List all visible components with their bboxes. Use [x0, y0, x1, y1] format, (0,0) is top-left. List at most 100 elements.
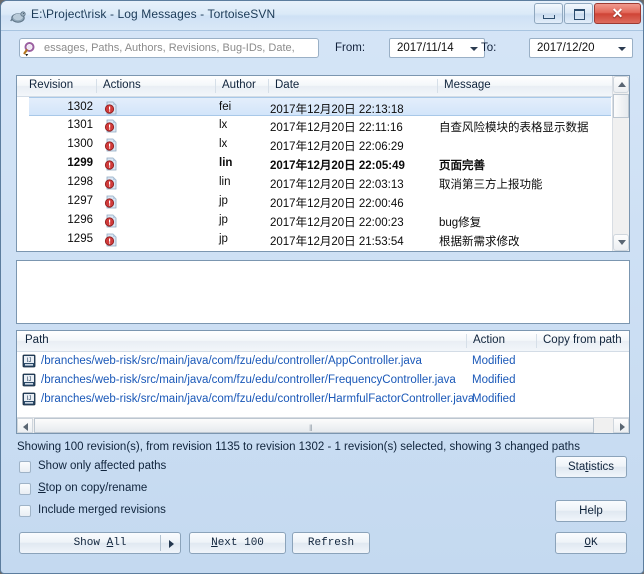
log-row[interactable]: 1294jp2017年12月20日 21:51:10风险自查js页面调整	[29, 249, 611, 251]
paths-list-header: Path Action Copy from path	[17, 331, 629, 352]
column-divider[interactable]	[96, 79, 97, 93]
cell-revision: 1295	[67, 233, 93, 245]
column-header-message[interactable]: Message	[444, 79, 491, 91]
column-header-copy-from-path[interactable]: Copy from path	[543, 334, 622, 346]
cell-author: jp	[219, 214, 228, 226]
column-header-revision[interactable]: Revision	[29, 79, 73, 91]
log-row[interactable]: 1296 jp 2017年12月20日 22:00:23 bug修复	[29, 211, 611, 230]
column-divider[interactable]	[437, 79, 438, 93]
column-divider[interactable]	[215, 79, 216, 93]
close-button[interactable]: ✕	[594, 3, 641, 24]
java-file-icon: IJ	[22, 392, 36, 406]
cell-revision: 1296	[67, 214, 93, 226]
column-header-date[interactable]: Date	[275, 79, 299, 91]
refresh-button-label: Refresh	[307, 537, 355, 549]
window-title: E:\Project\risk - Log Messages - Tortois…	[31, 7, 276, 21]
log-messages-window: E:\Project\risk - Log Messages - Tortois…	[0, 0, 644, 574]
checkbox-stop-on-copy-rename[interactable]: Stop on copy/rename	[19, 482, 147, 495]
cell-action: Modified	[472, 355, 516, 367]
column-header-actions[interactable]: Actions	[103, 79, 141, 91]
statistics-button[interactable]: Statistics	[555, 456, 627, 478]
checkbox-show-only-affected-paths[interactable]: Show only affected paths	[19, 460, 166, 473]
path-row[interactable]: IJ/branches/web-risk/src/main/java/com/f…	[17, 390, 629, 409]
cell-author: jp	[219, 195, 228, 207]
close-icon: ✕	[611, 5, 624, 21]
svg-text:IJ: IJ	[27, 377, 32, 383]
cell-path[interactable]: /branches/web-risk/src/main/java/com/fzu…	[41, 355, 422, 367]
scroll-down-button[interactable]	[613, 234, 629, 251]
cell-author: lin	[219, 176, 231, 188]
changed-paths-list[interactable]: Path Action Copy from path IJ/branches/w…	[16, 330, 630, 434]
path-row[interactable]: IJ/branches/web-risk/src/main/java/com/f…	[17, 371, 629, 390]
revision-log-list[interactable]: Revision Actions Author Date Message 130…	[16, 75, 630, 252]
scroll-left-arrow-icon	[23, 423, 28, 431]
scrollbar-thumb[interactable]	[613, 94, 629, 118]
svg-text:IJ: IJ	[27, 396, 32, 402]
cell-revision: 1302	[67, 101, 93, 113]
maximize-button[interactable]	[564, 3, 593, 24]
column-header-author[interactable]: Author	[222, 79, 256, 91]
window-controls: ✕	[533, 3, 641, 24]
modified-action-icon	[104, 214, 118, 228]
scroll-up-button[interactable]	[613, 76, 629, 93]
java-file-icon: IJ	[22, 354, 36, 368]
log-row[interactable]: 1299 lin 2017年12月20日 22:05:49 页面完善	[29, 154, 611, 173]
to-date-value: 2017/12/20	[537, 42, 595, 54]
path-row-container: IJ/branches/web-risk/src/main/java/com/f…	[17, 352, 629, 409]
column-header-path[interactable]: Path	[25, 334, 49, 346]
log-row[interactable]: 1297 jp 2017年12月20日 22:00:46	[29, 192, 611, 211]
chevron-down-icon	[618, 47, 626, 51]
cell-author: lx	[219, 138, 228, 150]
paths-horizontal-scrollbar[interactable]: ‖	[17, 417, 629, 433]
checkbox-box[interactable]	[19, 505, 31, 517]
from-date-combo[interactable]: 2017/11/14	[389, 38, 485, 58]
checkbox-box[interactable]	[19, 461, 31, 473]
scrollbar-thumb[interactable]: ‖	[34, 418, 594, 433]
scroll-right-button[interactable]	[613, 418, 629, 433]
java-file-icon: IJ	[22, 373, 36, 387]
log-row[interactable]: 1302 fei 2017年12月20日 22:13:18	[29, 97, 611, 116]
log-vertical-scrollbar[interactable]	[612, 76, 629, 251]
modified-action-icon	[104, 176, 118, 190]
checkbox-box[interactable]	[19, 483, 31, 495]
cell-author: jp	[219, 233, 228, 245]
log-row[interactable]: 1295 jp 2017年12月20日 21:53:54 根据新需求修改	[29, 230, 611, 249]
cell-path[interactable]: /branches/web-risk/src/main/java/com/fzu…	[41, 393, 474, 405]
minimize-button[interactable]	[534, 3, 563, 24]
cell-path[interactable]: /branches/web-risk/src/main/java/com/fzu…	[41, 374, 456, 386]
column-header-action[interactable]: Action	[473, 334, 505, 346]
scroll-right-arrow-icon	[620, 423, 625, 431]
checkbox-include-merged-revisions[interactable]: Include merged revisions	[19, 504, 166, 517]
chevron-right-icon[interactable]	[169, 540, 174, 548]
search-input[interactable]: essages, Paths, Authors, Revisions, Bug-…	[19, 38, 319, 58]
title-bar: E:\Project\risk - Log Messages - Tortois…	[1, 1, 643, 31]
show-all-button[interactable]: Show All	[19, 532, 181, 554]
maximize-icon	[574, 9, 585, 20]
cell-actions	[104, 101, 118, 115]
help-button-label: Help	[579, 505, 603, 517]
refresh-button[interactable]: Refresh	[292, 532, 370, 554]
cell-message: 根据新需求修改	[439, 236, 520, 248]
log-list-header: Revision Actions Author Date Message	[17, 76, 629, 97]
ok-button-label: OK	[584, 537, 598, 549]
log-row[interactable]: 1300 lx 2017年12月20日 22:06:29	[29, 135, 611, 154]
status-text: Showing 100 revision(s), from revision 1…	[17, 441, 580, 453]
cell-action: Modified	[472, 393, 516, 405]
column-divider[interactable]	[466, 334, 467, 348]
next-100-button[interactable]: Next 100	[189, 532, 286, 554]
help-button[interactable]: Help	[555, 500, 627, 522]
column-divider[interactable]	[536, 334, 537, 348]
ok-button[interactable]: OK	[555, 532, 627, 554]
statistics-button-label: Statistics	[567, 461, 615, 473]
path-row[interactable]: IJ/branches/web-risk/src/main/java/com/f…	[17, 352, 629, 371]
checkbox-label: Include merged revisions	[38, 504, 166, 516]
commit-message-pane[interactable]	[16, 260, 630, 324]
cell-actions	[104, 176, 118, 190]
modified-action-icon	[104, 101, 118, 115]
search-icon	[23, 41, 39, 57]
log-row[interactable]: 1298 lin 2017年12月20日 22:03:13 取消第三方上报功能	[29, 173, 611, 192]
to-date-combo[interactable]: 2017/12/20	[529, 38, 633, 58]
scroll-left-button[interactable]	[17, 418, 33, 433]
column-divider[interactable]	[268, 79, 269, 93]
log-row[interactable]: 1301 lx 2017年12月20日 22:11:16 自查风险模块的表格显示数据	[29, 116, 611, 135]
